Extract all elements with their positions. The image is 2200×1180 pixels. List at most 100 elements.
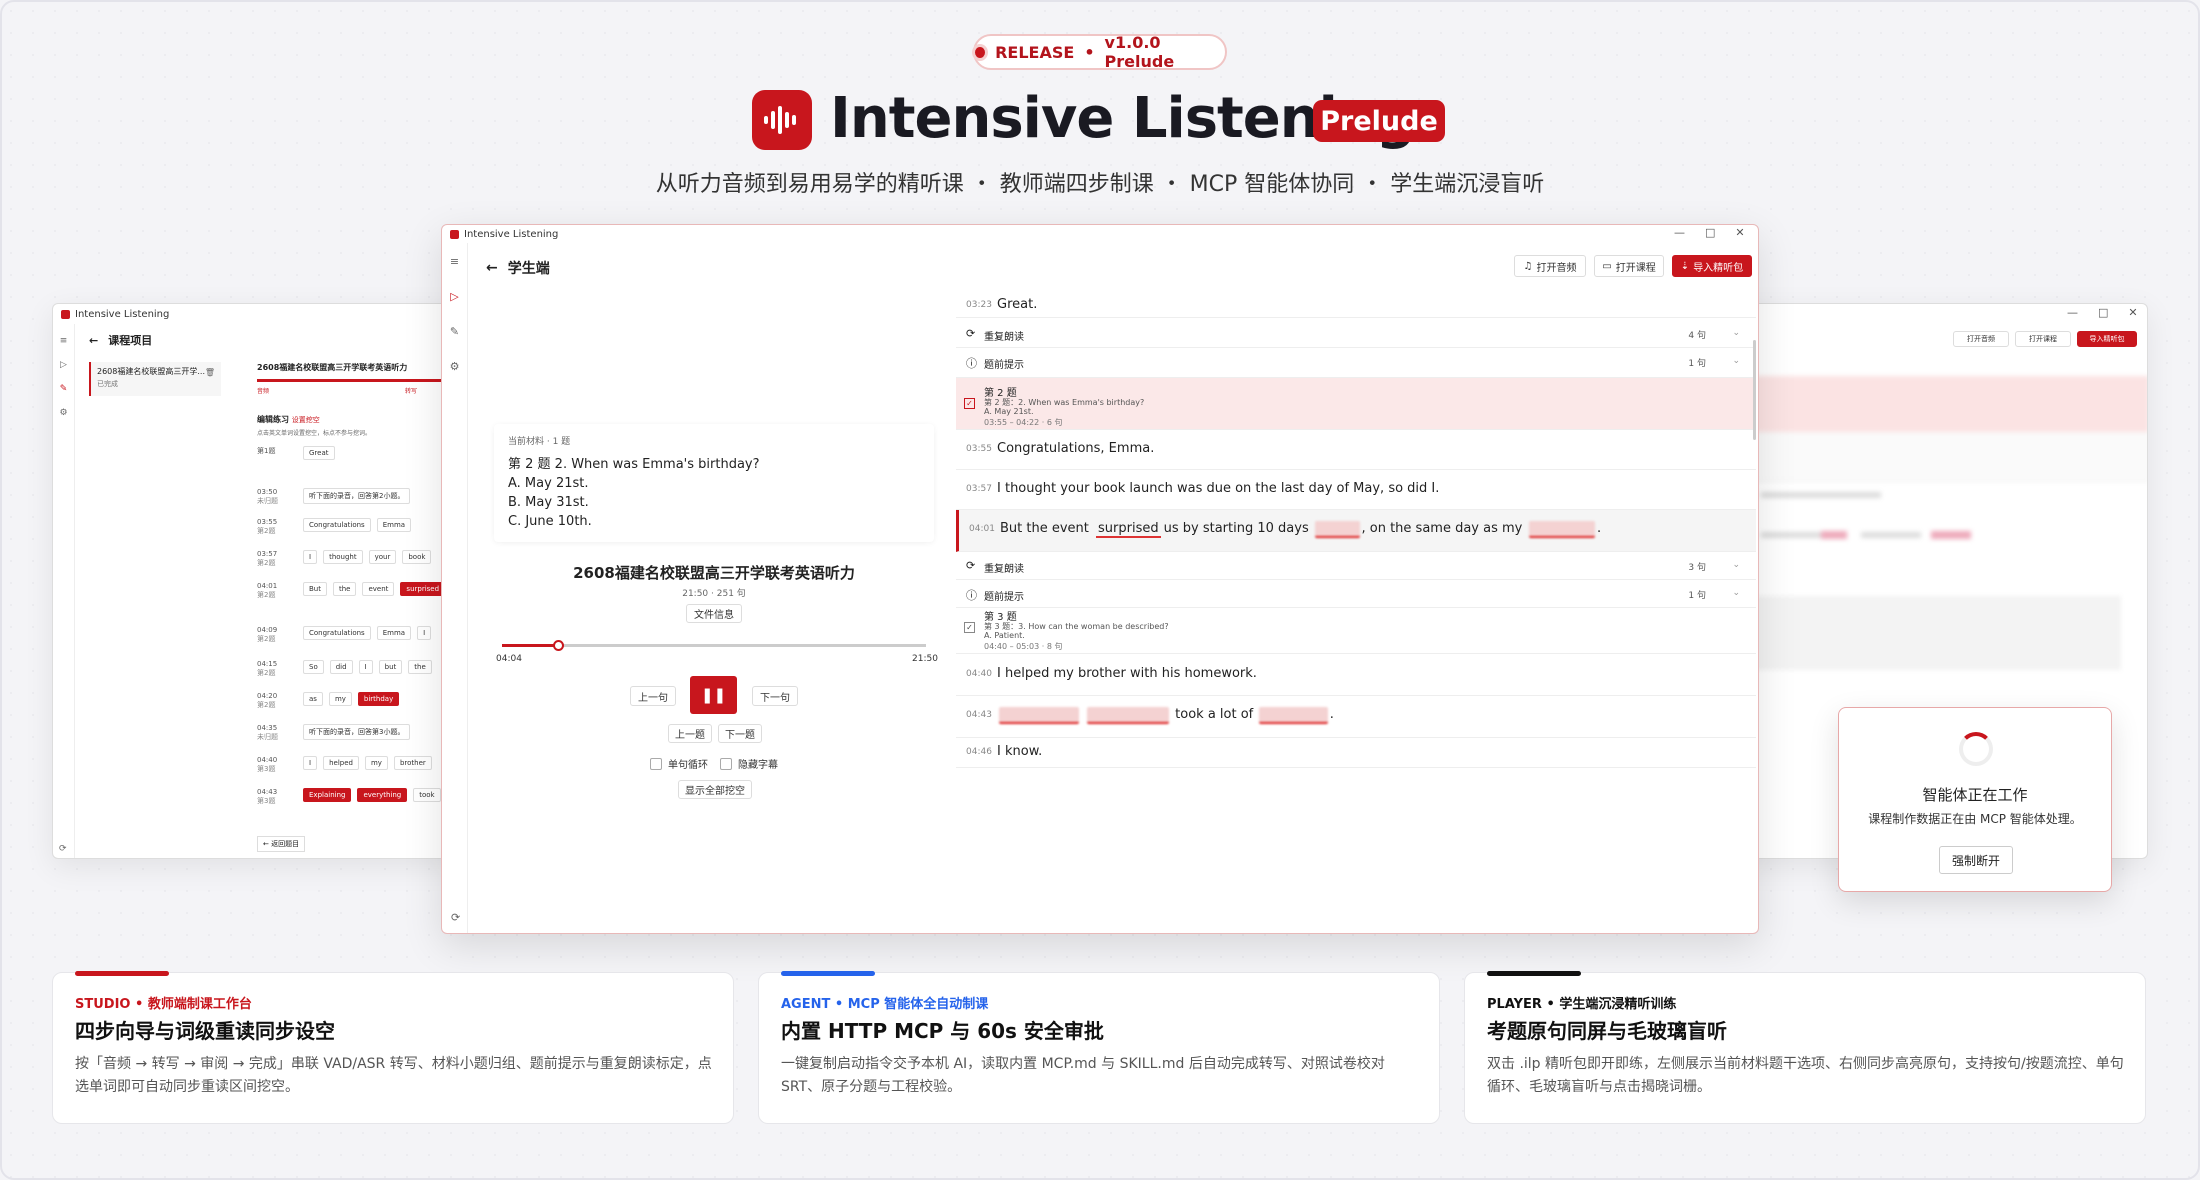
question-card: 当前材料 · 1 题 第 2 题 2. When was Emma's birt… <box>494 424 934 542</box>
menu-icon[interactable]: ≡ <box>60 336 68 346</box>
word-chip[interactable]: 听下面的录音，回答第2小题。 <box>303 488 411 504</box>
studio-nav-icon[interactable]: ✎ <box>450 325 459 338</box>
word-chip[interactable]: helped <box>323 756 359 770</box>
word-chip[interactable]: 听下面的录音，回答第3小题。 <box>303 724 411 740</box>
tab-audio[interactable]: 音频 <box>257 386 269 395</box>
studio-row: 04:43 第3题 Explaining everything took <box>257 788 467 812</box>
line-time: 03:23 <box>966 300 992 310</box>
word-chip[interactable]: thought <box>323 550 363 564</box>
bg-import-button[interactable]: 导入精听包 <box>2077 331 2137 347</box>
prev-question-button[interactable]: 上一题 <box>668 724 712 743</box>
chevron-down-icon[interactable]: ⌄ <box>1732 560 1740 570</box>
chevron-down-icon[interactable]: ⌄ <box>1732 356 1740 366</box>
bg-open-course-button[interactable]: 打开课程 <box>2015 331 2071 347</box>
back-button[interactable]: ← 学生端 <box>486 258 550 278</box>
word-chip[interactable]: Emma <box>376 518 412 532</box>
hidden-word[interactable]: birthday <box>1528 521 1595 538</box>
next-sentence-button[interactable]: 下一句 <box>752 686 798 706</box>
checkbox-icon[interactable]: ✓ <box>964 622 975 633</box>
word-chip[interactable]: everything <box>357 788 408 802</box>
hidden-word[interactable]: patience <box>1259 707 1328 724</box>
word-chip[interactable]: So <box>303 660 324 674</box>
play-nav-icon[interactable]: ▷ <box>450 290 458 303</box>
chevron-down-icon[interactable]: ⌄ <box>1732 588 1740 598</box>
word-chip[interactable]: as <box>303 692 323 706</box>
word-chip[interactable]: But <box>303 582 327 596</box>
word-chip[interactable]: but <box>378 660 403 674</box>
close-icon[interactable]: ✕ <box>1735 226 1744 239</box>
word-chip[interactable]: brother <box>393 756 432 770</box>
word-chip[interactable]: my <box>328 692 352 706</box>
question-marker[interactable]: ✓ 第 2 题 第 2 题：2. When was Emma's birthda… <box>956 378 1756 430</box>
release-separator: • <box>1084 42 1095 62</box>
settings-icon[interactable]: ⚙ <box>450 360 460 373</box>
word-chip[interactable]: I <box>303 550 318 564</box>
open-course-button[interactable]: ▭ 打开课程 <box>1594 255 1664 277</box>
file-icon: ▭ <box>1602 260 1612 272</box>
question-marker[interactable]: ✓ 第 3 题 第 3 题：3. How can the woman be de… <box>956 602 1756 654</box>
reveal-all-button[interactable]: 显示全部挖空 <box>678 780 752 799</box>
minimize-icon[interactable]: — <box>1674 226 1685 239</box>
transcript-line[interactable]: 03:55 Congratulations, Emma. <box>956 430 1756 470</box>
revealed-word[interactable]: surprised <box>1096 521 1161 538</box>
edit-heading: 编辑练习 设置挖空 <box>257 415 320 424</box>
transcript-line[interactable]: 03:57 I thought your book launch was due … <box>956 470 1756 510</box>
word-chip[interactable]: your <box>368 550 397 564</box>
open-audio-button[interactable]: ♫ 打开音频 <box>1514 255 1586 277</box>
force-disconnect-button[interactable]: 强制断开 <box>1939 846 2013 874</box>
hidden-word[interactable]: Explaining <box>999 707 1079 724</box>
studio-nav-icon[interactable]: ✎ <box>60 384 68 394</box>
word-chip[interactable]: my <box>364 756 388 770</box>
hidden-word[interactable]: everything <box>1086 707 1170 724</box>
transcript-line[interactable]: 04:46 I know. <box>956 738 1756 768</box>
play-nav-icon[interactable]: ▷ <box>60 360 67 370</box>
word-chip[interactable]: book <box>402 550 432 564</box>
tab-transcribe[interactable]: 转写 <box>405 386 417 395</box>
transcript-line[interactable]: 03:23 Great. <box>956 294 1756 318</box>
back-button[interactable]: ← 课程项目 <box>89 332 152 348</box>
transcript-group[interactable]: ⟳ 重复朗读 4 句 ⌄ <box>956 320 1756 348</box>
word-chip[interactable]: birthday <box>357 692 400 706</box>
word-chip[interactable]: Emma <box>376 626 412 640</box>
refresh-icon[interactable]: ⟳ <box>451 911 460 924</box>
bg-open-audio-button[interactable]: 打开音频 <box>1953 331 2009 347</box>
word-chip[interactable]: surprised <box>400 582 446 596</box>
prev-sentence-button[interactable]: 上一句 <box>630 686 676 706</box>
word-chip[interactable]: the <box>408 660 432 674</box>
word-chip[interactable]: event <box>362 582 395 596</box>
settings-icon[interactable]: ⚙ <box>59 408 67 418</box>
trash-icon[interactable]: 🗑 <box>205 368 215 377</box>
refresh-icon[interactable]: ⟳ <box>59 844 67 854</box>
maximize-icon[interactable]: □ <box>1705 226 1715 239</box>
arrow-left-icon: ← <box>89 333 99 347</box>
scrollbar[interactable] <box>1753 340 1756 440</box>
word-chip[interactable]: did <box>329 660 353 674</box>
word-chip[interactable]: Congratulations <box>303 518 371 532</box>
transcript-group[interactable]: ⟳ 重复朗读 3 句 ⌄ <box>956 552 1756 580</box>
import-package-button[interactable]: ⇣ 导入精听包 <box>1672 255 1752 277</box>
transcript-line[interactable]: 04:43 Explaining everything took a lot of… <box>956 696 1756 738</box>
file-info-button[interactable]: 文件信息 <box>686 604 742 623</box>
loop-checkbox[interactable]: 单句循环 <box>650 756 708 771</box>
transcript-line-active[interactable]: 04:01 But the event surprised us by starti… <box>956 510 1756 552</box>
hidden-word[interactable]: early <box>1314 521 1360 538</box>
word-chip[interactable]: I <box>417 626 432 640</box>
play-pause-button[interactable]: ❚❚ <box>690 676 737 714</box>
project-item[interactable]: 2608福建名校联盟高三开学... 已完成 🗑 <box>89 362 221 396</box>
checkbox-icon[interactable]: ✓ <box>964 398 975 409</box>
word-chip[interactable]: Explaining <box>303 788 352 802</box>
transcript-line[interactable]: 04:40 I helped my brother with his homewo… <box>956 654 1756 696</box>
chevron-down-icon[interactable]: ⌄ <box>1732 328 1740 338</box>
back-to-list-button[interactable]: ← 返回题目 <box>257 836 306 852</box>
word-chip[interactable]: the <box>332 582 357 596</box>
word-chip[interactable]: Great <box>303 446 335 460</box>
hide-subtitle-checkbox[interactable]: 隐藏字幕 <box>720 756 778 771</box>
word-chip[interactable]: I <box>358 660 373 674</box>
word-chip[interactable]: I <box>303 756 318 770</box>
word-chip[interactable]: Congratulations <box>303 626 371 640</box>
word-chip[interactable]: took <box>413 788 441 802</box>
next-question-button[interactable]: 下一题 <box>718 724 762 743</box>
transcript-group[interactable]: ⓘ 题前提示 1 句 ⌄ <box>956 348 1756 378</box>
menu-icon[interactable]: ≡ <box>450 255 459 268</box>
playback-progress[interactable] <box>502 640 926 651</box>
